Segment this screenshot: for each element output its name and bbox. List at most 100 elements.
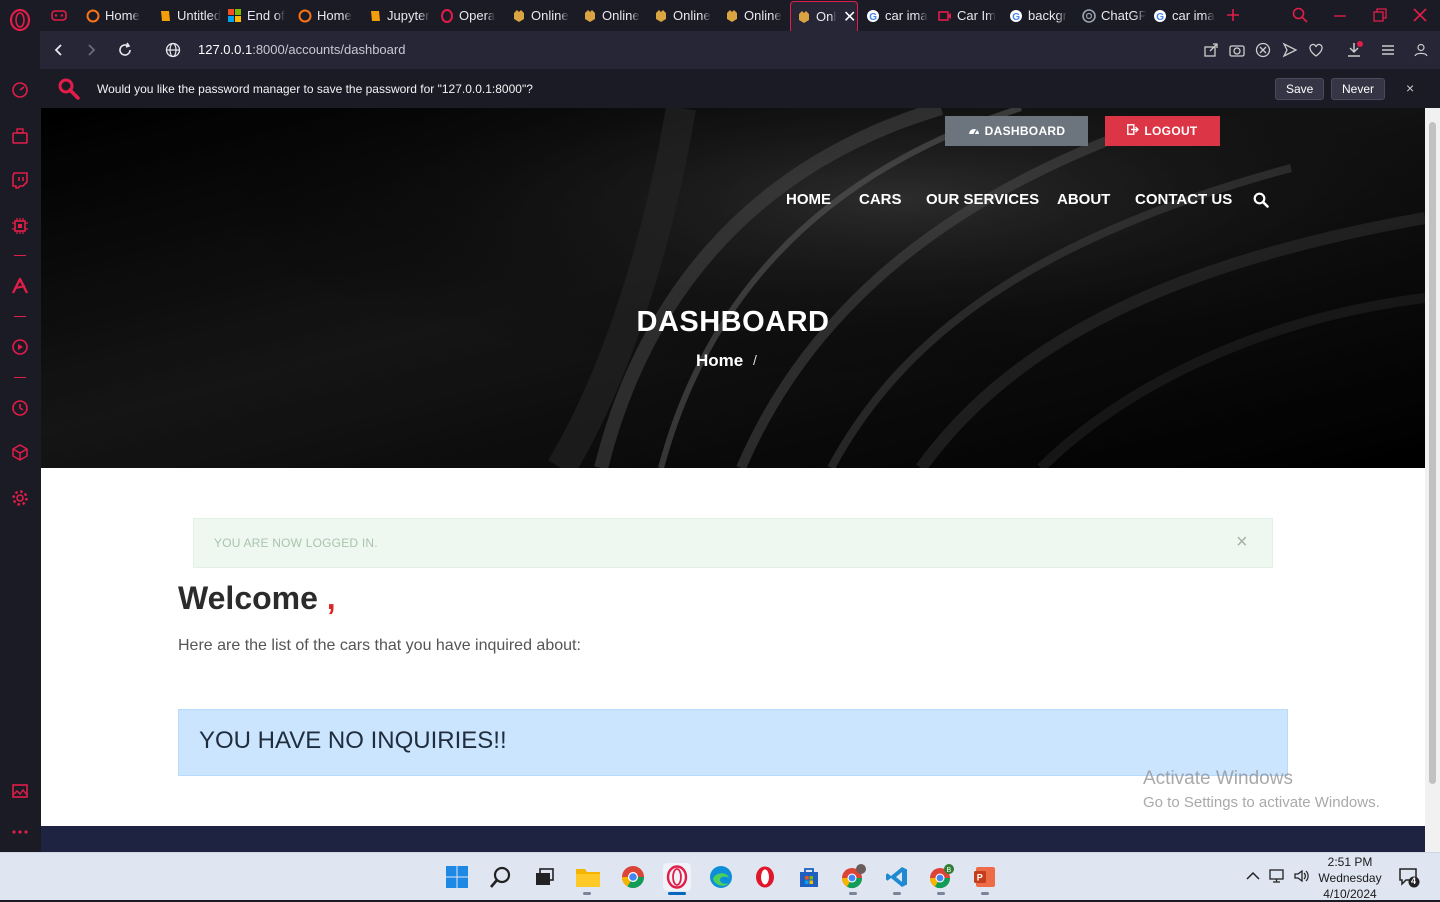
close-window-icon[interactable] — [1409, 4, 1431, 26]
settings-gear-icon[interactable] — [9, 487, 31, 509]
reload-icon[interactable] — [114, 39, 136, 61]
save-password-button[interactable]: Save — [1275, 78, 1325, 100]
svg-text:G: G — [869, 12, 877, 23]
browser-tab[interactable]: Online — [577, 2, 647, 29]
nav-cars[interactable]: CARS — [859, 191, 902, 208]
opera-taskbar-icon[interactable] — [751, 863, 779, 891]
powerpoint-icon[interactable]: P — [971, 863, 999, 891]
gx-corner-icon[interactable] — [9, 125, 31, 147]
hardware-limiter-icon[interactable] — [9, 215, 31, 237]
speed-dial-icon[interactable] — [9, 79, 31, 101]
task-view-icon[interactable] — [530, 863, 558, 891]
browser-tab[interactable]: ChatGP — [1076, 2, 1146, 29]
chrome-profile-b-icon[interactable]: B — [927, 863, 955, 891]
hero-background-image — [41, 108, 1425, 468]
nav-our-services[interactable]: OUR SERVICES — [926, 191, 1039, 208]
more-options-icon[interactable] — [9, 821, 31, 843]
browser-tab[interactable]: G car ima — [1147, 2, 1217, 29]
player-icon[interactable] — [9, 336, 31, 358]
browser-tab[interactable]: Car Im — [932, 2, 1002, 29]
easy-setup-menu-icon[interactable] — [1378, 40, 1398, 60]
browser-tab[interactable]: Online — [719, 2, 789, 29]
car-site-icon — [797, 10, 811, 24]
nav-about[interactable]: ABOUT — [1057, 191, 1110, 208]
browser-tab[interactable]: Untitled — [152, 2, 222, 29]
browser-tab[interactable]: Home — [292, 2, 362, 29]
send-icon[interactable] — [1280, 40, 1300, 60]
file-explorer-icon[interactable] — [574, 863, 602, 891]
search-icon[interactable] — [1253, 192, 1269, 208]
search-taskbar-icon[interactable] — [487, 863, 515, 891]
browser-tab[interactable]: Jupyter — [362, 2, 432, 29]
volume-icon[interactable] — [1293, 867, 1311, 885]
running-indicator — [583, 892, 591, 895]
start-windows-icon[interactable] — [443, 863, 471, 891]
new-tab-plus-icon[interactable] — [1222, 4, 1244, 26]
microsoft-store-icon[interactable] — [795, 863, 823, 891]
never-save-button[interactable]: Never — [1331, 78, 1386, 100]
url-field[interactable]: 127.0.0.1:8000/accounts/dashboard — [198, 42, 405, 57]
browser-tab[interactable]: Opera — [434, 2, 504, 29]
running-indicator — [937, 892, 945, 895]
sidebar-divider — [14, 255, 26, 256]
share-icon[interactable] — [1201, 40, 1221, 60]
network-icon[interactable] — [1269, 867, 1287, 885]
chrome-profile-icon[interactable] — [839, 863, 867, 891]
watermark-subtitle: Go to Settings to activate Windows. — [1143, 794, 1380, 811]
wallpaper-icon[interactable] — [9, 780, 31, 802]
breadcrumb-separator: / — [753, 352, 757, 368]
dashboard-button[interactable]: DASHBOARD — [945, 116, 1088, 146]
site-info-globe-icon[interactable] — [162, 39, 184, 61]
close-password-bar-icon[interactable]: × — [1406, 80, 1414, 96]
show-hidden-icons-chevron-icon[interactable] — [1244, 867, 1262, 885]
opera-gx-icon — [86, 9, 100, 23]
search-tabs-icon[interactable] — [1289, 4, 1311, 26]
browser-tab-active[interactable]: Onl ✕ — [790, 1, 858, 31]
running-indicator — [893, 892, 901, 895]
tab-label: Online — [602, 8, 640, 23]
scrollbar-thumb[interactable] — [1429, 122, 1436, 784]
restore-window-icon[interactable] — [1369, 4, 1391, 26]
back-arrow-icon[interactable] — [48, 39, 70, 61]
browser-tab[interactable]: End of — [222, 2, 292, 29]
opera-gx-logo-icon[interactable] — [8, 8, 32, 32]
password-save-bar: Would you like the password manager to s… — [40, 69, 1440, 108]
edge-icon[interactable] — [707, 863, 735, 891]
browser-tab[interactable]: Online — [648, 2, 718, 29]
breadcrumb-home[interactable]: Home — [696, 351, 743, 371]
nav-contact-us[interactable]: CONTACT US — [1135, 191, 1232, 208]
google-icon: G — [1009, 9, 1023, 23]
browser-tab[interactable]: G car ima — [860, 2, 930, 29]
address-bar: 127.0.0.1:8000/accounts/dashboard — [40, 31, 1440, 69]
vscode-icon[interactable] — [883, 863, 911, 891]
alert-close-icon[interactable]: × — [1236, 531, 1248, 554]
forward-arrow-icon[interactable] — [80, 39, 102, 61]
google-icon: G — [866, 9, 880, 23]
profile-icon[interactable] — [1411, 40, 1431, 60]
close-tab-icon[interactable]: ✕ — [843, 7, 856, 27]
history-icon[interactable] — [9, 397, 31, 419]
opera-gx-taskbar-icon[interactable] — [663, 863, 691, 891]
nav-home[interactable]: HOME — [786, 191, 831, 208]
downloads-icon[interactable] — [1344, 40, 1364, 60]
browser-tab[interactable]: Online — [506, 2, 576, 29]
windows-taskbar: B P 2:51 PM Wednesday 4/10/2024 4 — [0, 852, 1440, 902]
browser-tab[interactable]: G backgr — [1003, 2, 1073, 29]
tab-label: Onl — [816, 9, 836, 24]
clock-day: Wednesday — [1318, 871, 1382, 885]
notification-center-icon[interactable]: 4 — [1398, 866, 1420, 888]
twitch-icon[interactable] — [9, 169, 31, 191]
svg-text:G: G — [1156, 12, 1164, 23]
browser-tab[interactable]: Home — [80, 2, 152, 29]
workspace-icon[interactable] — [48, 4, 70, 26]
adblock-icon[interactable] — [1253, 40, 1273, 60]
snapshot-camera-icon[interactable] — [1227, 40, 1247, 60]
watermark-title: Activate Windows — [1143, 768, 1293, 789]
extensions-cube-icon[interactable] — [9, 441, 31, 463]
aria-icon[interactable] — [9, 275, 31, 297]
logout-button[interactable]: LOGOUT — [1105, 116, 1220, 146]
minimize-window-icon[interactable] — [1329, 4, 1351, 26]
bookmark-heart-icon[interactable] — [1306, 40, 1326, 60]
taskbar-clock[interactable]: 2:51 PM Wednesday 4/10/2024 — [1318, 854, 1382, 902]
chrome-icon[interactable] — [619, 863, 647, 891]
